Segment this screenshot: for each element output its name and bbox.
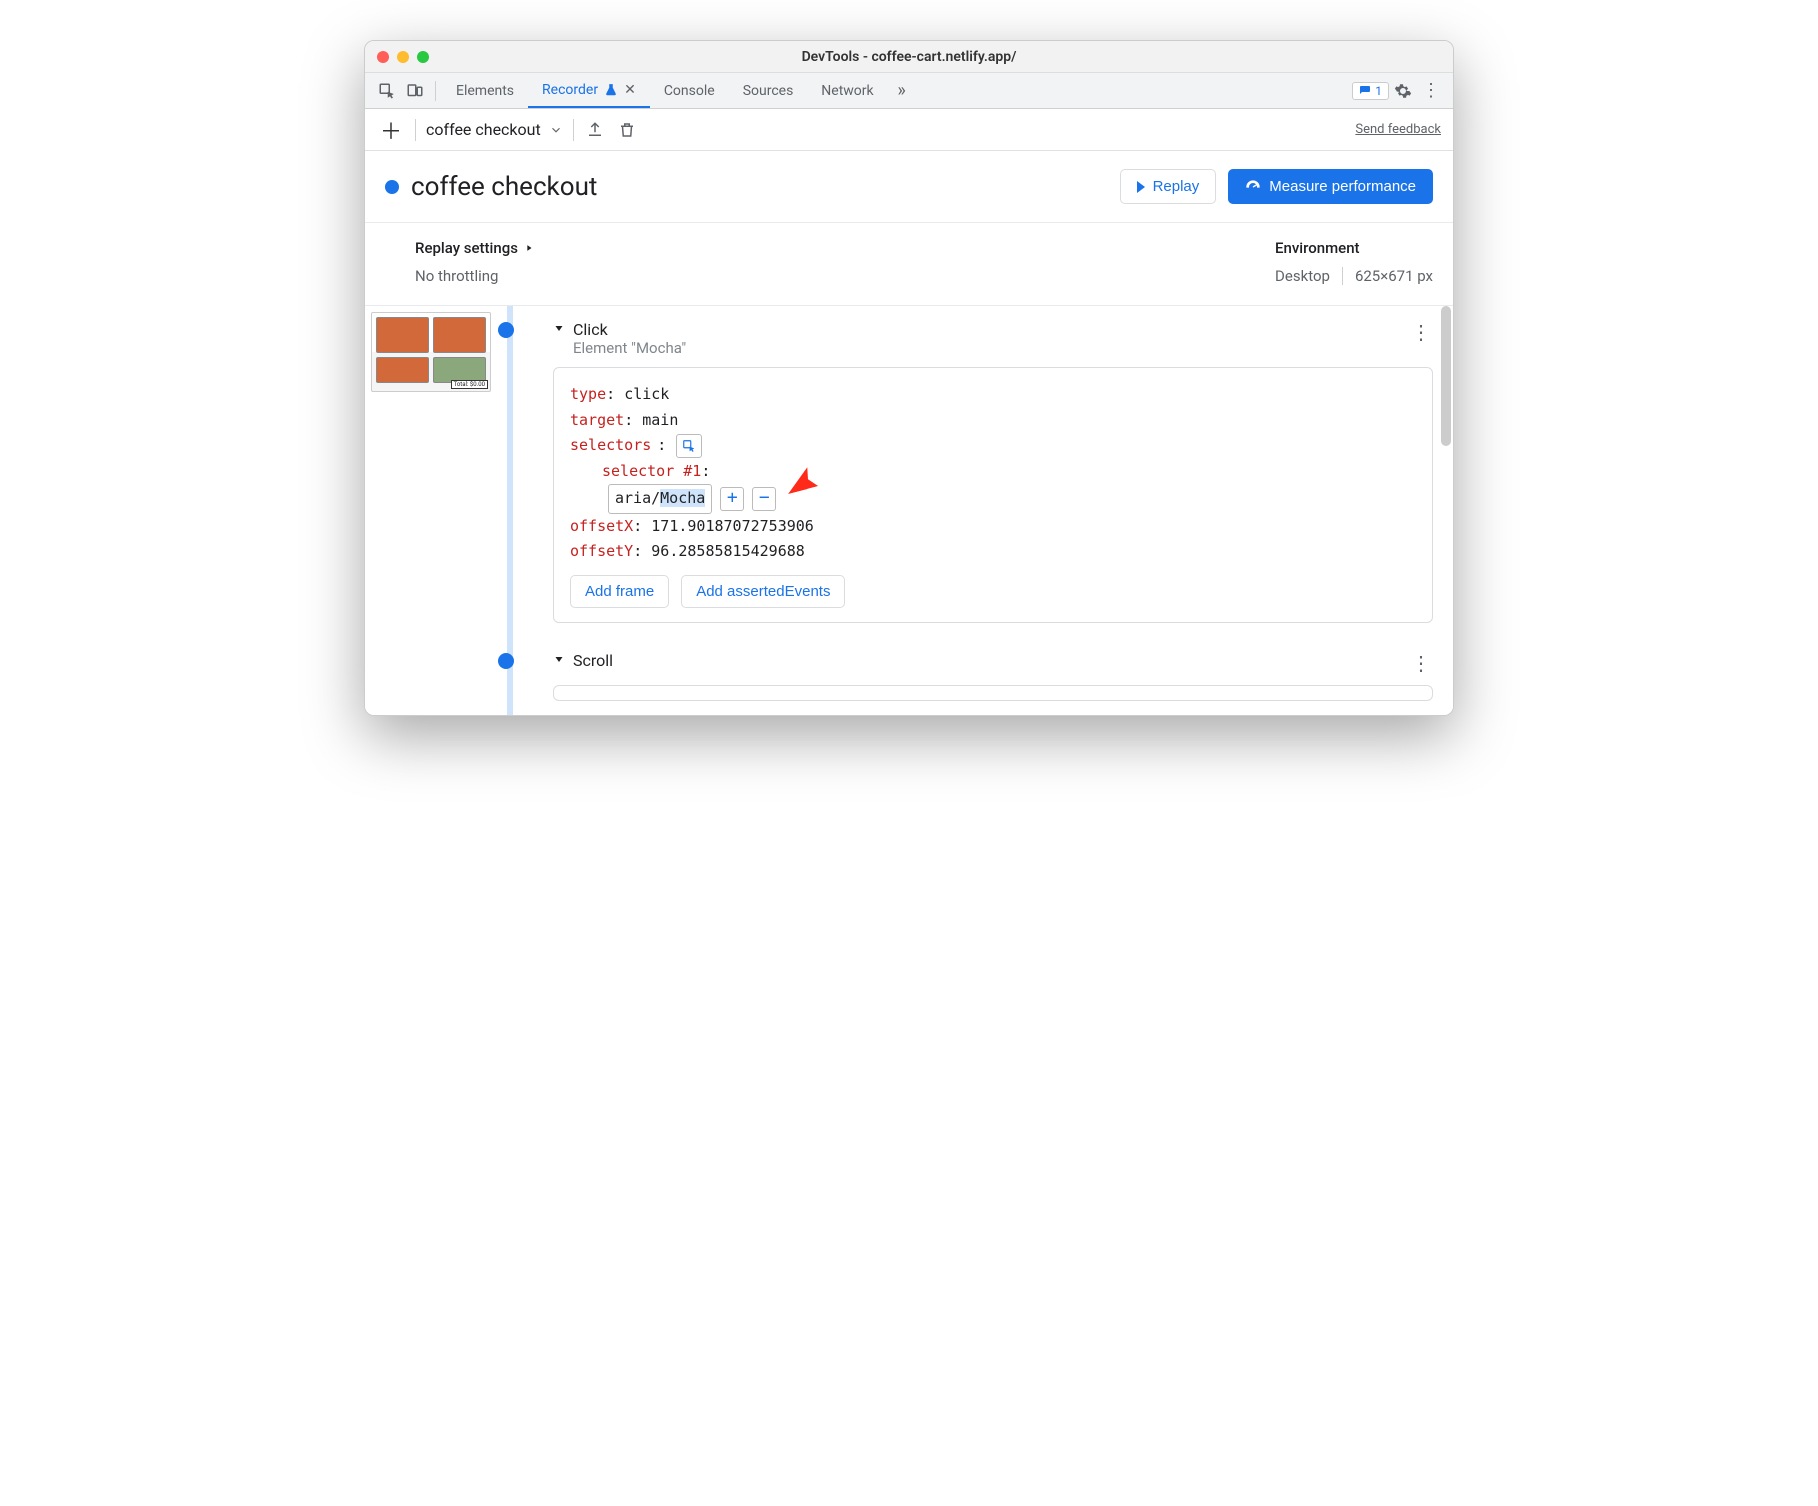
measure-performance-button[interactable]: Measure performance xyxy=(1228,169,1433,204)
minimize-window-button[interactable] xyxy=(397,51,409,63)
gauge-icon xyxy=(1245,179,1261,195)
inspect-element-icon[interactable] xyxy=(373,77,401,105)
flask-icon xyxy=(604,83,618,97)
caret-down-icon[interactable] xyxy=(553,322,565,334)
throttle-value: No throttling xyxy=(415,267,1275,285)
step-details-card xyxy=(553,685,1433,701)
step-subtitle: Element "Mocha" xyxy=(573,339,686,357)
recording-selector[interactable]: coffee checkout xyxy=(426,120,563,139)
play-icon xyxy=(1137,181,1145,193)
add-frame-button[interactable]: Add frame xyxy=(570,575,669,608)
window-titlebar: DevTools - coffee-cart.netlify.app/ xyxy=(365,41,1453,73)
recording-title: coffee checkout xyxy=(411,172,1108,202)
timeline-node-icon xyxy=(498,653,514,669)
device-type: Desktop xyxy=(1275,267,1330,285)
tab-elements[interactable]: Elements xyxy=(442,73,528,108)
settings-row: Replay settings No throttling Environmen… xyxy=(365,223,1453,306)
tab-recorder[interactable]: Recorder ✕ xyxy=(528,73,650,108)
kebab-menu-icon[interactable]: ⋮ xyxy=(1417,77,1445,105)
tab-sources[interactable]: Sources xyxy=(729,73,808,108)
new-recording-button[interactable]: ＋ xyxy=(377,116,405,144)
step-menu-icon[interactable]: ⋮ xyxy=(1411,320,1433,344)
timeline-node-icon xyxy=(498,322,514,338)
export-icon[interactable] xyxy=(584,119,606,141)
caret-down-icon[interactable] xyxy=(553,653,565,665)
status-dot-icon xyxy=(385,180,399,194)
step-menu-icon[interactable]: ⋮ xyxy=(1411,651,1433,675)
maximize-window-button[interactable] xyxy=(417,51,429,63)
step-click: Click Element "Mocha" ⋮ type: click targ… xyxy=(533,306,1453,637)
send-feedback-link[interactable]: Send feedback xyxy=(1355,122,1441,137)
element-picker-icon[interactable] xyxy=(676,434,702,458)
issues-badge[interactable]: 1 xyxy=(1352,82,1389,100)
screenshot-thumbnail[interactable]: Total: $0.00 xyxy=(365,306,497,715)
recorder-toolbar: ＋ coffee checkout Send feedback xyxy=(365,109,1453,151)
caret-right-icon xyxy=(524,243,534,253)
add-asserted-events-button[interactable]: Add assertedEvents xyxy=(681,575,845,608)
selector-input[interactable]: aria/Mocha xyxy=(608,484,712,514)
viewport-size: 625×671 px xyxy=(1355,267,1433,285)
window-title: DevTools - coffee-cart.netlify.app/ xyxy=(365,49,1453,65)
more-tabs-icon[interactable]: » xyxy=(888,77,916,105)
add-selector-button[interactable]: + xyxy=(720,487,744,511)
step-title: Scroll xyxy=(573,651,613,670)
recording-header: coffee checkout Replay Measure performan… xyxy=(365,151,1453,223)
tab-network[interactable]: Network xyxy=(807,73,887,108)
step-details-card: type: click target: main selectors: sele… xyxy=(553,367,1433,623)
step-scroll: Scroll ⋮ xyxy=(533,637,1453,715)
replay-button[interactable]: Replay xyxy=(1120,169,1217,204)
step-title: Click xyxy=(573,320,686,339)
environment-heading: Environment xyxy=(1275,239,1433,257)
close-window-button[interactable] xyxy=(377,51,389,63)
remove-selector-button[interactable]: − xyxy=(752,487,776,511)
replay-settings-toggle[interactable]: Replay settings xyxy=(415,239,1275,257)
chevron-down-icon xyxy=(549,123,563,137)
tab-console[interactable]: Console xyxy=(650,73,729,108)
devtools-tabbar: Elements Recorder ✕ Console Sources Netw… xyxy=(365,73,1453,109)
steps-content: Total: $0.00 Click Element "Mocha" ⋮ xyxy=(365,306,1453,715)
settings-icon[interactable] xyxy=(1389,77,1417,105)
device-toolbar-icon[interactable] xyxy=(401,77,429,105)
delete-icon[interactable] xyxy=(616,119,638,141)
close-tab-icon[interactable]: ✕ xyxy=(624,82,636,98)
